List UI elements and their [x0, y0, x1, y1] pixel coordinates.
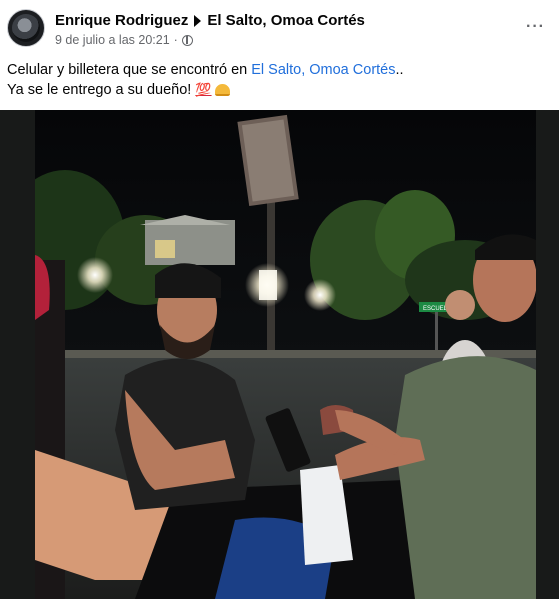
caret-right-icon [194, 14, 202, 27]
text-segment: Celular y billetera que se encontró en [7, 62, 252, 78]
post-text: Celular y billetera que se encontró en E… [7, 60, 547, 100]
location-link[interactable]: El Salto, Omoa Cortés [207, 12, 365, 29]
post-text-line-1: Celular y billetera que se encontró en E… [7, 60, 547, 80]
post-meta: 9 de julio a las 20:21 · [55, 33, 193, 47]
photo-scene: ESCUELA [35, 110, 536, 599]
post-photo[interactable]: ESCUELA [35, 110, 536, 599]
taco-icon [214, 84, 230, 97]
hundred-points-icon: 💯 [195, 82, 212, 97]
author-line: Enrique Rodriguez El Salto, Omoa Cortés [55, 12, 365, 29]
meta-separator: · [173, 33, 178, 47]
avatar-image [12, 14, 40, 42]
author-avatar[interactable] [7, 9, 45, 47]
post-header: Enrique Rodriguez El Salto, Omoa Cortés … [0, 0, 559, 56]
location-mention-link[interactable]: El Salto, Omoa Cortés [251, 62, 395, 78]
post-text-line-2: Ya se le entrego a su dueño! 💯 [7, 80, 547, 100]
author-name[interactable]: Enrique Rodriguez [55, 12, 188, 29]
globe-icon[interactable] [181, 34, 193, 46]
post-timestamp[interactable]: 9 de julio a las 20:21 [55, 33, 170, 47]
text-segment: .. [395, 62, 404, 78]
more-options-button[interactable]: ··· [526, 18, 545, 36]
photo-letterbox-right [536, 110, 559, 599]
photo-letterbox-left [0, 110, 35, 599]
text-segment: Ya se le entrego a su dueño! [7, 82, 196, 98]
